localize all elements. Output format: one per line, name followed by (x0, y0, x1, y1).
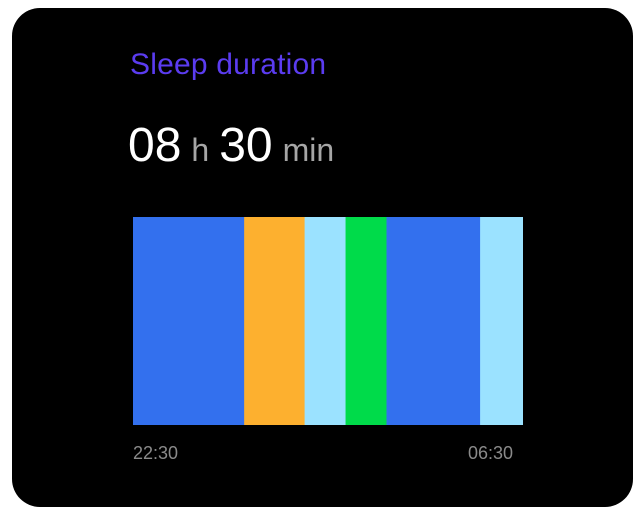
sleep-duration-value: 08 h 30 min (128, 118, 334, 173)
minutes-value: 30 (219, 119, 273, 172)
sleep-stage-segment-3 (304, 217, 347, 425)
sleep-stages-chart (133, 217, 523, 425)
chart-end-time: 06:30 (468, 443, 514, 463)
hours-value: 08 (128, 119, 182, 172)
card-title: Sleep duration (130, 48, 327, 81)
chart-start-time: 22:30 (133, 443, 179, 463)
sleep-stage-segment-4 (345, 217, 387, 425)
sleep-stage-segment-1 (133, 217, 245, 425)
sleep-duration-card[interactable]: Sleep duration 08 h 30 min 22:30 06:30 (12, 8, 633, 507)
sleep-stage-segment-5 (386, 217, 481, 425)
sleep-stage-segment-2 (244, 217, 306, 425)
minutes-unit: min (282, 132, 335, 168)
sleep-stage-segment-6 (480, 217, 523, 425)
hours-unit: h (191, 132, 210, 168)
sleep-stages-svg (133, 217, 523, 425)
